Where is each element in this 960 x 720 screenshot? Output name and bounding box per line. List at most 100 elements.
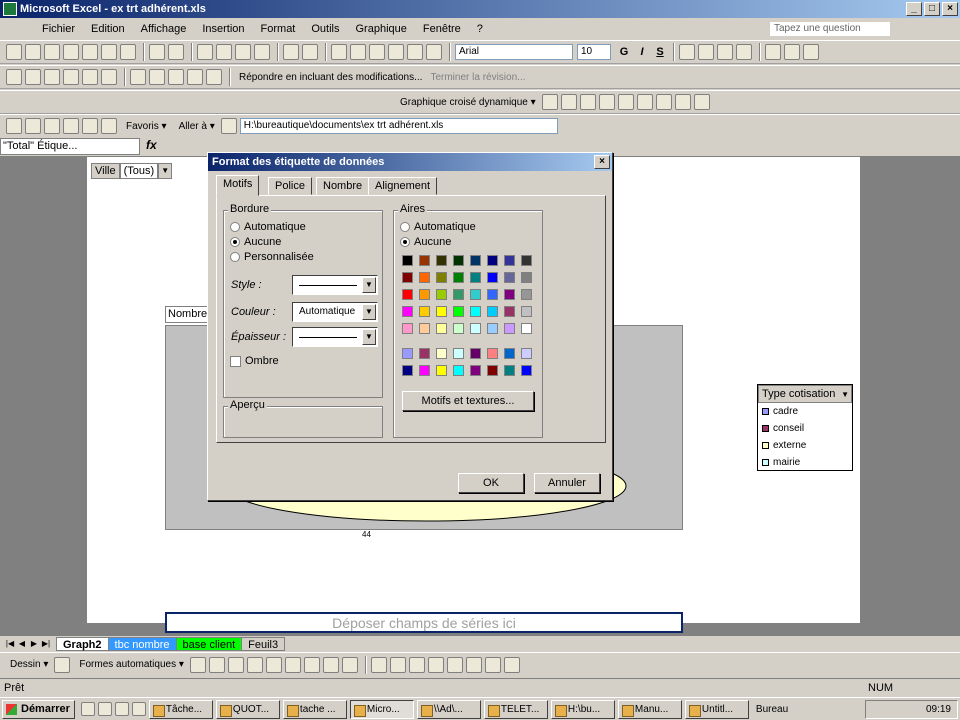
taskbar-item[interactable]: H:\bu... [550,699,615,719]
color-swatch[interactable] [487,348,498,359]
taskbar-item[interactable]: QUOT... [215,699,280,719]
legend-field-button[interactable]: Type cotisation ▼ [758,385,852,403]
copy-icon[interactable] [216,44,232,60]
pivot-icon-8[interactable] [693,94,710,110]
menu-affichage[interactable]: Affichage [133,23,195,35]
sheet-tab-tbc-nombre[interactable]: tbc nombre [107,636,177,651]
color-swatch[interactable] [487,272,498,283]
maximize-button[interactable]: □ [924,2,940,16]
color-swatch[interactable] [419,365,430,376]
page-field-dropdown-icon[interactable]: ▼ [158,163,173,179]
color-swatch[interactable] [453,289,464,300]
address-input[interactable]: H:\bureautique\documents\ex trt adhérent… [239,118,558,134]
pivot-chart-menu[interactable]: Graphique croisé dynamique ▾ [400,97,536,108]
series-drop-zone[interactable]: Déposer champs de séries ici [165,612,683,633]
color-swatch[interactable] [521,289,532,300]
sheet-tab-base-client[interactable]: base client [175,636,243,651]
last-sheet-icon[interactable]: ▶| [40,639,52,648]
color-swatch[interactable] [436,272,447,283]
color-swatch[interactable] [402,289,413,300]
color-swatch[interactable] [402,272,413,283]
back-icon[interactable] [6,118,22,134]
menu-outils[interactable]: Outils [303,23,347,35]
shadow-checkbox[interactable]: Ombre [230,355,279,367]
taskbar-item[interactable]: \\Ad\... [416,699,481,719]
menu-help[interactable]: ? [469,23,491,35]
color-swatch[interactable] [402,365,413,376]
borders-icon[interactable] [765,44,781,60]
rectangle-icon[interactable] [227,656,244,673]
minimize-button[interactable]: _ [906,2,922,16]
menu-fichier[interactable]: Fichier [34,23,83,35]
color-swatch[interactable] [504,348,515,359]
style-select[interactable]: ▼ [292,275,378,295]
sort-desc-icon[interactable] [388,44,404,60]
fill-color-icon[interactable] [784,44,800,60]
color-swatch[interactable] [470,289,481,300]
textbox-icon[interactable] [265,656,282,673]
thickness-select[interactable]: ▼ [292,327,378,347]
align-right-icon[interactable] [717,44,733,60]
3d-style-icon[interactable] [503,656,520,673]
tab-nombre[interactable]: Nombre [316,177,370,195]
start-button[interactable]: Démarrer [2,699,75,719]
color-swatch[interactable] [436,306,447,317]
color-swatch[interactable] [504,255,515,266]
draw-menu[interactable]: Dessin ▾ [10,659,48,670]
next-sheet-icon[interactable]: ▶ [28,639,40,648]
stop-icon[interactable] [44,118,60,134]
font-color-icon[interactable] [408,656,425,673]
print-preview-icon[interactable] [120,44,136,60]
select-objects-icon[interactable] [54,656,71,673]
home-icon[interactable] [82,118,98,134]
pivot-icon-1[interactable] [541,94,558,110]
review-icon-2[interactable] [25,69,41,85]
page-field-name[interactable]: Ville [91,163,120,179]
color-swatch[interactable] [487,289,498,300]
taskbar-item-active[interactable]: Micro... [349,699,414,719]
color-swatch[interactable] [402,306,413,317]
border-auto-radio[interactable]: Automatique [230,221,306,233]
color-swatch[interactable] [436,348,447,359]
review-icon-5[interactable] [82,69,98,85]
format-painter-icon[interactable] [254,44,270,60]
review-icon-4[interactable] [63,69,79,85]
print-icon[interactable] [101,44,117,60]
menu-graphique[interactable]: Graphique [348,23,415,35]
legend[interactable]: Type cotisation ▼ cadre conseil externe … [757,384,853,471]
pivot-alert-icon[interactable] [617,94,634,110]
color-swatch[interactable] [419,272,430,283]
oval-icon[interactable] [246,656,263,673]
pivot-icon-6[interactable] [655,94,672,110]
review-icon-1[interactable] [6,69,22,85]
color-swatch[interactable] [402,255,413,266]
line-icon[interactable] [189,656,206,673]
color-swatch[interactable] [419,306,430,317]
legend-item[interactable]: cadre [758,403,852,420]
favorites-menu[interactable]: Favoris ▾ [126,121,167,132]
color-swatch[interactable] [504,323,515,334]
shadow-button[interactable]: S [651,43,669,61]
pivot-icon-3[interactable] [579,94,596,110]
pivot-icon-4[interactable] [598,94,615,110]
legend-item[interactable]: mairie [758,454,852,471]
legend-item[interactable]: externe [758,437,852,454]
color-swatch[interactable] [504,289,515,300]
justify-icon[interactable] [736,44,752,60]
fill-effects-button[interactable]: Motifs et textures... [402,391,534,411]
color-swatch[interactable] [487,255,498,266]
color-swatch[interactable] [487,323,498,334]
tab-alignement[interactable]: Alignement [368,177,438,195]
color-swatch[interactable] [402,323,413,334]
font-color-icon[interactable] [803,44,819,60]
autosum-icon[interactable] [350,44,366,60]
data-label[interactable]: 44 [362,530,371,539]
align-left-icon[interactable] [679,44,695,60]
review-icon-3[interactable] [44,69,60,85]
line-style-icon[interactable] [427,656,444,673]
color-swatch[interactable] [521,323,532,334]
color-swatch[interactable] [521,255,532,266]
color-swatch[interactable] [436,365,447,376]
color-swatch[interactable] [470,348,481,359]
color-swatch[interactable] [436,255,447,266]
